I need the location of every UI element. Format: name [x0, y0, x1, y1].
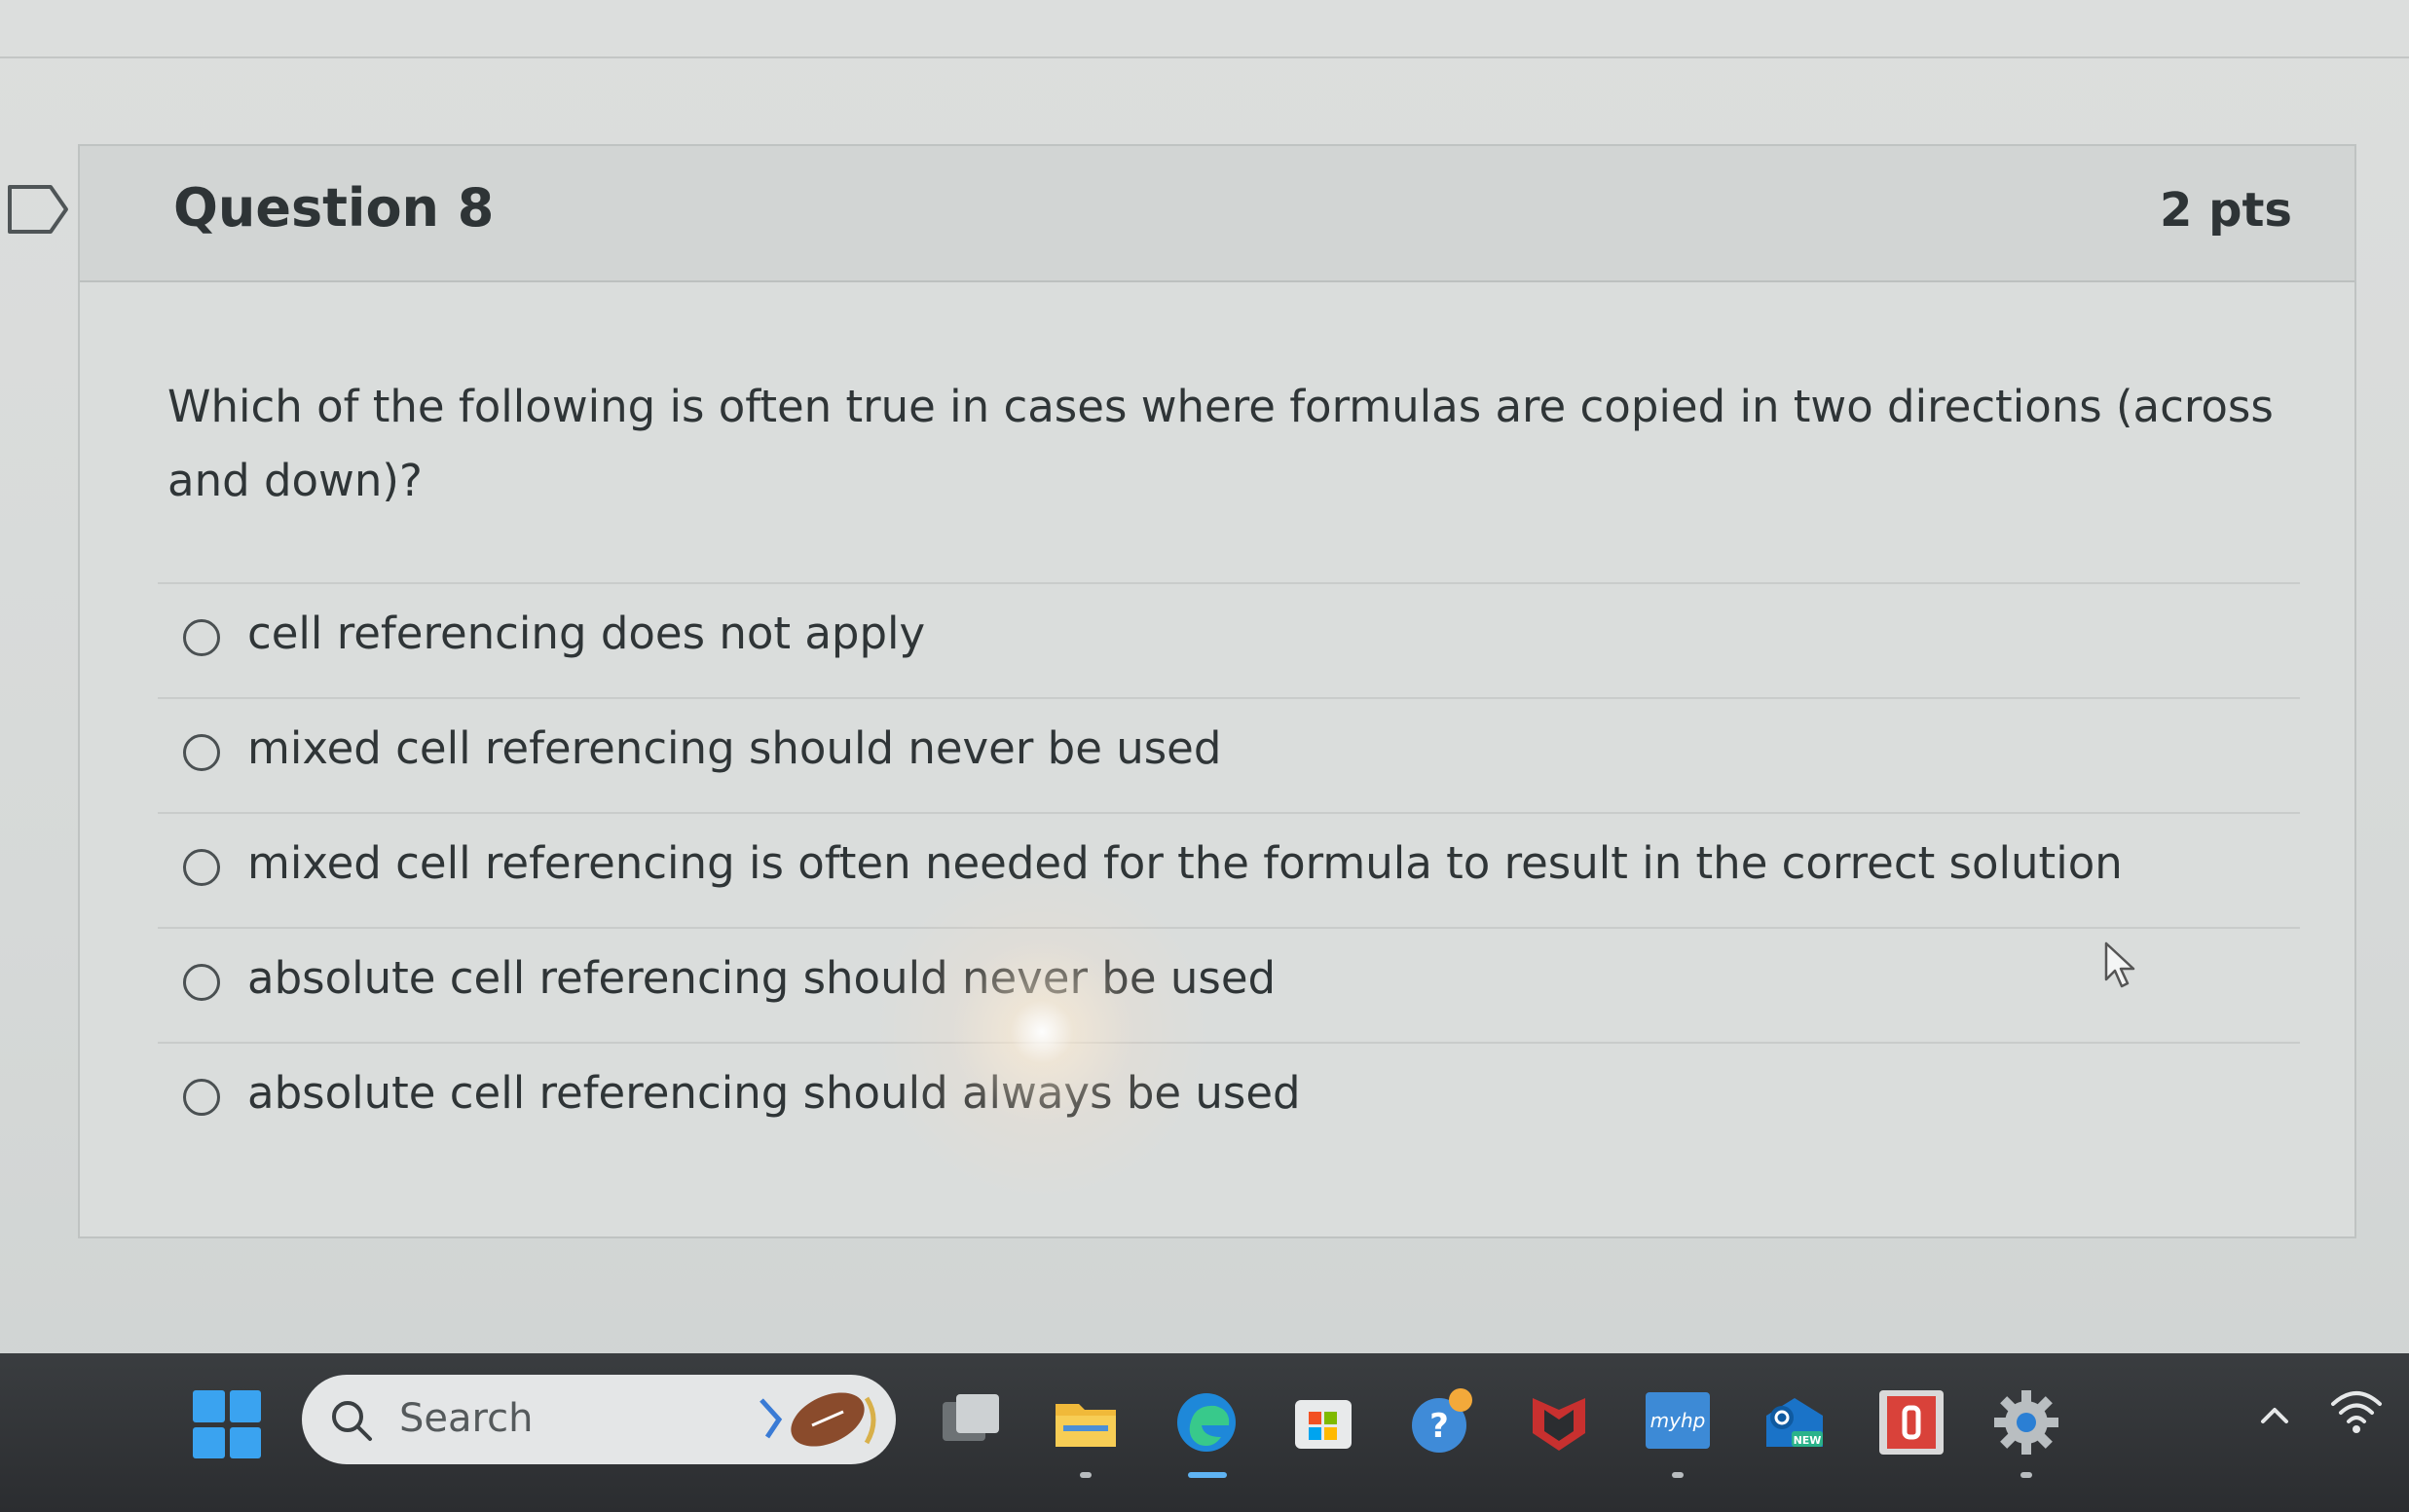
answer-label[interactable]: cell referencing does not apply [247, 608, 925, 659]
screen: Question 8 2 pts Which of the following … [0, 0, 2409, 1512]
running-indicator [1672, 1472, 1684, 1478]
task-view-icon[interactable] [935, 1386, 1007, 1458]
edge-icon[interactable] [1170, 1386, 1242, 1458]
answer-option-5[interactable]: absolute cell referencing should always … [158, 1042, 2300, 1157]
settings-icon[interactable] [1990, 1386, 2062, 1458]
mcafee-icon[interactable] [1523, 1386, 1595, 1458]
myhp-icon[interactable]: myhp [1642, 1386, 1714, 1458]
wifi-icon[interactable] [2327, 1383, 2386, 1441]
search-label: Search [399, 1396, 534, 1441]
svg-text:?: ? [1429, 1407, 1449, 1446]
question-points: 2 pts [2160, 183, 2292, 238]
answer-label[interactable]: absolute cell referencing should never b… [247, 952, 1276, 1004]
radio-button[interactable] [183, 1079, 220, 1116]
windows-start-icon[interactable] [193, 1390, 261, 1458]
answer-option-3[interactable]: mixed cell referencing is often needed f… [158, 812, 2300, 927]
answer-option-2[interactable]: mixed cell referencing should never be u… [158, 697, 2300, 812]
answer-list: cell referencing does not apply mixed ce… [158, 582, 2300, 1157]
myhp-label: myhp [1650, 1409, 1706, 1432]
chevron-up-icon[interactable] [2255, 1396, 2294, 1435]
flag-question-icon[interactable] [6, 183, 70, 236]
football-highlight-icon [760, 1392, 876, 1447]
answer-label[interactable]: mixed cell referencing should never be u… [247, 722, 1221, 774]
taskbar-search[interactable]: Search [302, 1375, 896, 1464]
running-indicator [1080, 1472, 1092, 1478]
search-icon [332, 1401, 372, 1441]
question-text: Which of the following is often true in … [167, 381, 2274, 506]
active-indicator [1188, 1472, 1227, 1478]
radio-button[interactable] [183, 964, 220, 1001]
answer-label[interactable]: mixed cell referencing is often needed f… [247, 837, 2123, 889]
taskbar: Search ? myhp NEW [0, 1353, 2409, 1512]
top-divider [0, 56, 2409, 58]
question-header: Question 8 2 pts [80, 146, 2354, 282]
answer-label[interactable]: absolute cell referencing should always … [247, 1067, 1301, 1119]
mouse-pointer-icon [2104, 941, 2135, 988]
file-explorer-icon[interactable] [1050, 1386, 1122, 1458]
outlook-new-badge: NEW [1794, 1434, 1822, 1447]
microsoft-store-icon[interactable] [1287, 1386, 1359, 1458]
running-indicator [2020, 1472, 2032, 1478]
answer-option-4[interactable]: absolute cell referencing should never b… [158, 927, 2300, 1042]
radio-button[interactable] [183, 734, 220, 771]
outlook-new-icon[interactable]: NEW [1759, 1386, 1831, 1458]
question-title: Question 8 [173, 177, 495, 239]
answer-option-1[interactable]: cell referencing does not apply [158, 582, 2300, 697]
help-icon[interactable]: ? [1406, 1386, 1478, 1458]
question-card: Question 8 2 pts Which of the following … [78, 144, 2356, 1238]
radio-button[interactable] [183, 849, 220, 886]
office-icon[interactable] [1875, 1386, 1947, 1458]
radio-button[interactable] [183, 619, 220, 656]
